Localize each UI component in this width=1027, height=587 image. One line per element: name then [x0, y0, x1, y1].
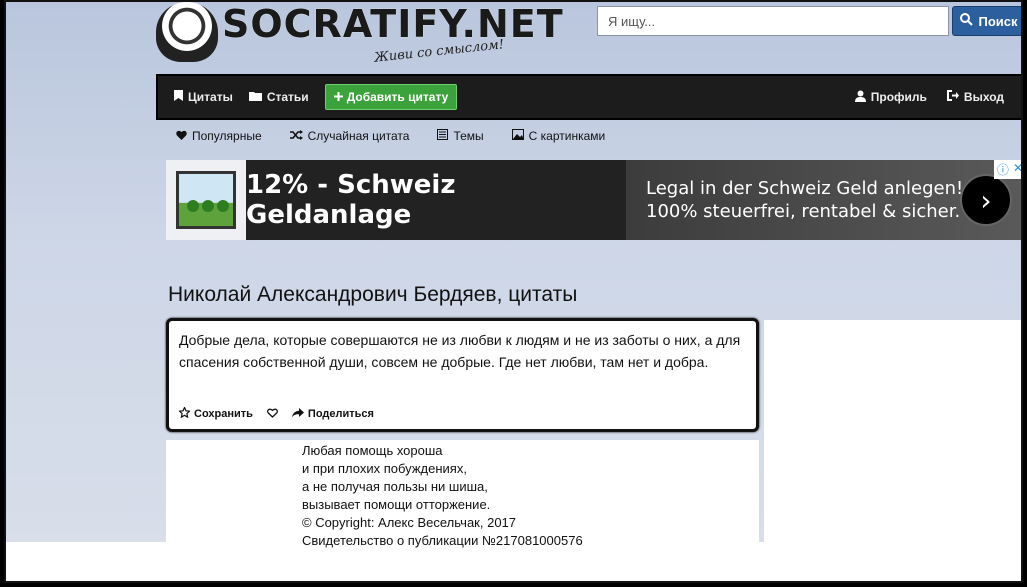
- ad-headline: 12% - Schweiz Geldanlage: [246, 170, 456, 230]
- subnav-topics-label: Темы: [453, 129, 484, 143]
- poem-line: а не получая пользы ни шиша,: [302, 479, 488, 494]
- logout-icon: [946, 90, 959, 104]
- nav-articles-label: Статьи: [266, 90, 309, 104]
- page-title: Николай Александрович Бердяев, цитаты: [168, 283, 578, 306]
- ad-banner[interactable]: 12% - Schweiz Geldanlage Legal in der Sc…: [166, 160, 1023, 240]
- poem-line: Любая помощь хороша: [302, 443, 443, 458]
- poem-copyright: © Copyright: Алекс Весельчак, 2017: [302, 515, 517, 530]
- ad-arrow-button[interactable]: ›: [960, 174, 1012, 226]
- quote-actions: Сохранить Поделиться: [178, 406, 388, 421]
- search-button-label: Поиск: [978, 13, 1018, 29]
- share-button[interactable]: Поделиться: [291, 407, 374, 421]
- nav-logout-label: Выход: [963, 90, 1004, 104]
- subnav-popular[interactable]: Популярные: [176, 129, 262, 143]
- star-icon: [178, 406, 191, 421]
- site-logo[interactable]: SOCRATIFY.NET Живи со смыслом!: [156, 2, 563, 66]
- share-arrow-icon: [291, 407, 304, 421]
- list-icon: [437, 129, 449, 143]
- heart-outline-icon: [266, 408, 278, 421]
- quote-text: Добрые дела, которые совершаются не из л…: [179, 332, 741, 370]
- search-button[interactable]: Поиск: [952, 6, 1021, 36]
- subnav-popular-label: Популярные: [192, 129, 262, 143]
- add-quote-label: Добавить цитату: [346, 90, 449, 104]
- like-button[interactable]: [266, 408, 278, 421]
- poem-line: и при плохих побуждениях,: [302, 461, 467, 476]
- subnav-pictures[interactable]: С картинками: [511, 129, 606, 143]
- poem-line: вызывает помощи отторжение.: [302, 497, 491, 512]
- ad-choices[interactable]: ⓘ ✕: [993, 160, 1023, 179]
- socrates-face-icon: [156, 2, 218, 62]
- folder-icon: [248, 90, 262, 104]
- nav-logout[interactable]: Выход: [946, 90, 1004, 104]
- nav-quotes[interactable]: Цитаты: [174, 90, 233, 104]
- share-label: Поделиться: [307, 408, 374, 420]
- main-navbar: Цитаты Статьи Добавить цитату Профиль Вы…: [156, 74, 1021, 120]
- shuffle-icon: [289, 129, 303, 143]
- chevron-right-icon: ›: [980, 183, 992, 217]
- nav-articles[interactable]: Статьи: [248, 90, 309, 104]
- subnav-random-label: Случайная цитата: [307, 129, 410, 143]
- add-quote-button[interactable]: Добавить цитату: [324, 84, 458, 110]
- ad-landscape-icon: [176, 171, 236, 229]
- search-input[interactable]: [597, 6, 949, 36]
- ad-line-1: Legal in der Schweiz Geld anlegen!: [646, 178, 964, 199]
- subnav-pictures-label: С картинками: [528, 129, 606, 143]
- ad-line-2: 100% steuerfrei, rentabel & sicher.: [646, 201, 961, 222]
- bookmark-icon: [174, 90, 183, 104]
- quote-card: Добрые дела, которые совершаются не из л…: [166, 318, 759, 432]
- sub-navigation: Популярные Случайная цитата Темы С карти…: [176, 126, 633, 146]
- save-label: Сохранить: [194, 408, 253, 420]
- subnav-random[interactable]: Случайная цитата: [289, 129, 410, 143]
- nav-profile-label: Профиль: [870, 90, 927, 104]
- logo-text: SOCRATIFY.NET: [222, 2, 564, 46]
- picture-icon: [511, 129, 524, 143]
- page-frame: SOCRATIFY.NET Живи со смыслом! Поиск Цит…: [4, 0, 1023, 583]
- ad-image-panel: [166, 160, 246, 240]
- info-icon: ⓘ: [996, 163, 1009, 177]
- search-icon: [960, 13, 974, 29]
- ad-text-panel: Legal in der Schweiz Geld anlegen! 100% …: [626, 160, 1021, 240]
- close-icon: ✕: [1012, 161, 1023, 175]
- user-icon: [854, 90, 866, 105]
- plus-icon: [333, 90, 343, 104]
- nav-quotes-label: Цитаты: [188, 90, 233, 104]
- comment-poem: Любая помощь хороша и при плохих побужде…: [302, 442, 583, 550]
- subnav-topics[interactable]: Темы: [437, 129, 484, 143]
- save-button[interactable]: Сохранить: [178, 406, 253, 421]
- poem-certificate: Свидетельство о публикации №217081000576: [302, 533, 583, 548]
- heart-icon: [176, 129, 187, 143]
- nav-profile[interactable]: Профиль: [854, 90, 927, 105]
